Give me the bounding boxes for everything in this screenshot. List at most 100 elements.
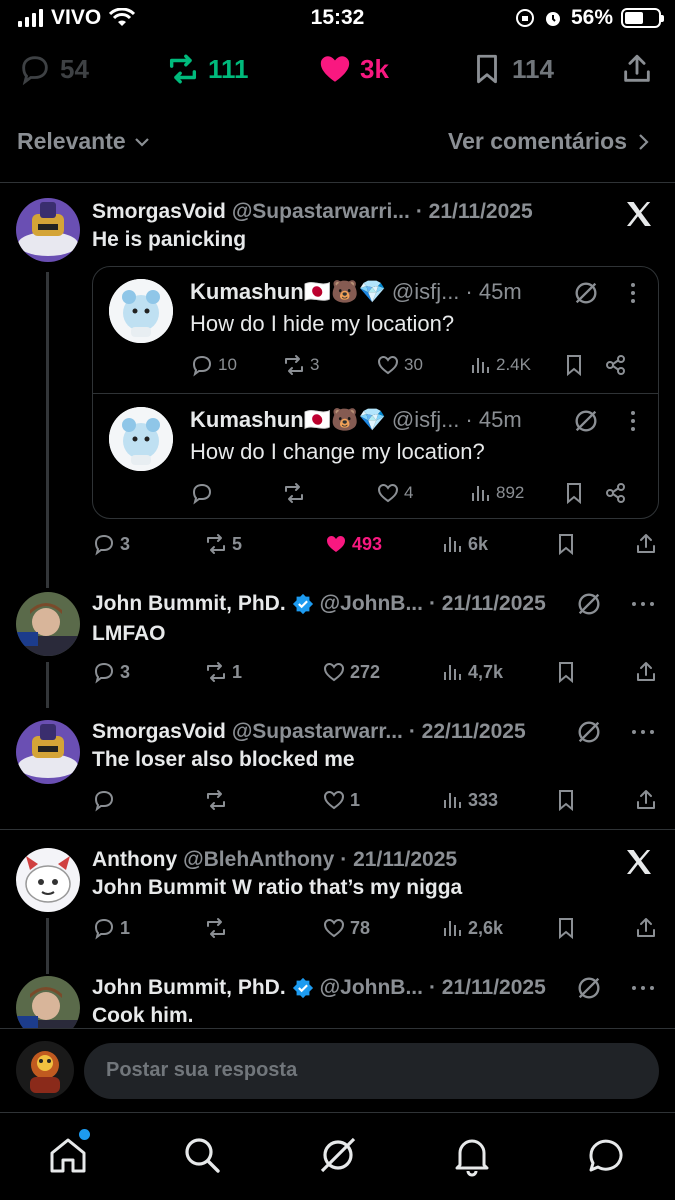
repost-button[interactable]: 5 — [204, 532, 242, 556]
like-button[interactable]: 4 — [376, 481, 413, 505]
author-name[interactable]: Kumashun🇯🇵🐻💎 — [190, 407, 386, 433]
like-count-button[interactable]: 3k — [318, 52, 389, 86]
reply-input[interactable]: Postar sua resposta — [84, 1043, 659, 1099]
thread-line — [46, 272, 49, 588]
tab-grok[interactable] — [316, 1133, 360, 1177]
quoted-post[interactable]: Kumashun🇯🇵🐻💎 @isfj... · 45m How do I hid… — [93, 267, 660, 393]
share-button[interactable] — [634, 916, 658, 940]
author-handle[interactable]: @Supastarwarr... — [232, 720, 403, 744]
like-button[interactable]: 78 — [322, 916, 370, 940]
author-name[interactable]: Anthony — [92, 848, 177, 872]
grok-icon[interactable] — [575, 974, 603, 1002]
tab-search[interactable] — [180, 1133, 224, 1177]
bookmark-button[interactable] — [562, 481, 586, 505]
repost-button[interactable] — [204, 916, 232, 940]
comment-post[interactable]: John Bummit, PhD. @JohnB... · 21/11/2025… — [0, 974, 675, 1028]
post-date: · 21/11/2025 — [428, 592, 546, 615]
comment-post[interactable]: SmorgasVoid @Supastarwarr... · 22/11/202… — [0, 718, 675, 828]
like-button[interactable]: 30 — [376, 353, 423, 377]
tab-home[interactable] — [46, 1129, 90, 1177]
sort-bar: Relevante Ver comentários — [0, 122, 675, 162]
share-button[interactable] — [604, 353, 628, 377]
reply-button[interactable] — [190, 481, 218, 505]
comment-post[interactable]: Anthony @BlehAnthony · 21/11/2025 John B… — [0, 846, 675, 974]
comment-post[interactable]: John Bummit, PhD. @JohnB... · 21/11/2025… — [0, 590, 675, 708]
author-name[interactable]: John Bummit, PhD. — [92, 592, 286, 616]
author-handle[interactable]: @isfj... — [392, 279, 460, 305]
avatar[interactable] — [16, 848, 80, 912]
author-handle[interactable]: @BlehAnthony — [183, 848, 334, 872]
repost-button[interactable]: 1 — [204, 660, 242, 684]
more-options-icon[interactable] — [631, 729, 655, 735]
avatar[interactable] — [16, 592, 80, 656]
quoted-post[interactable]: Kumashun🇯🇵🐻💎 @isfj... · 45m How do I cha… — [93, 395, 660, 521]
author-name[interactable]: SmorgasVoid — [92, 200, 226, 224]
view-comments-link[interactable]: Ver comentários — [448, 128, 651, 155]
bookmark-button[interactable] — [554, 660, 578, 684]
views-button[interactable]: 2.4K — [468, 353, 531, 377]
avatar[interactable] — [16, 720, 80, 784]
repost-button[interactable]: 3 — [282, 353, 319, 377]
my-avatar[interactable] — [16, 1041, 74, 1099]
reply-button[interactable] — [92, 788, 120, 812]
repost-button[interactable] — [204, 788, 232, 812]
grok-icon[interactable] — [572, 407, 600, 435]
more-options-icon[interactable] — [630, 410, 636, 432]
share-button[interactable] — [634, 660, 658, 684]
post-time: · 45m — [465, 407, 522, 432]
views-button[interactable]: 4,7k — [440, 660, 503, 684]
author-handle[interactable]: @JohnB... — [320, 976, 423, 1000]
more-options-icon[interactable] — [630, 282, 636, 304]
bookmark-button[interactable] — [554, 532, 578, 556]
author-handle[interactable]: @isfj... — [392, 407, 460, 433]
share-button[interactable] — [634, 532, 658, 556]
share-button[interactable] — [604, 481, 628, 505]
author-handle[interactable]: @Supastarwarri... — [232, 200, 410, 224]
repost-icon — [207, 662, 225, 682]
more-options-icon[interactable] — [631, 985, 655, 991]
grok-icon[interactable] — [575, 590, 603, 618]
quote-card[interactable]: Kumashun🇯🇵🐻💎 @isfj... · 45m How do I hid… — [92, 266, 659, 519]
like-button[interactable]: 1 — [322, 788, 360, 812]
bookmark-icon — [567, 483, 581, 505]
tab-notifications[interactable] — [450, 1133, 494, 1177]
grok-icon[interactable] — [572, 279, 600, 307]
author-name[interactable]: John Bummit, PhD. — [92, 976, 286, 1000]
reply-button[interactable]: 10 — [190, 353, 237, 377]
author-name[interactable]: Kumashun🇯🇵🐻💎 — [190, 279, 386, 305]
avatar[interactable] — [109, 279, 173, 343]
bookmark-button[interactable] — [554, 788, 578, 812]
reply-button[interactable]: 1 — [92, 916, 130, 940]
sort-label: Relevante — [17, 128, 126, 154]
bookmark-button[interactable] — [554, 916, 578, 940]
tab-messages[interactable] — [584, 1133, 628, 1177]
views-button[interactable]: 2,6k — [440, 916, 503, 940]
avatar[interactable] — [16, 198, 80, 262]
grok-icon[interactable] — [575, 718, 603, 746]
status-bar: VIVO 15:32 56% — [0, 0, 675, 38]
repost-count-button[interactable]: 111 — [166, 52, 249, 86]
bookmark-button[interactable] — [562, 353, 586, 377]
heart-icon — [377, 483, 399, 503]
share-button[interactable] — [620, 52, 654, 86]
more-options-icon[interactable] — [631, 601, 655, 607]
reply-button[interactable]: 3 — [92, 532, 130, 556]
reply-button[interactable]: 3 — [92, 660, 130, 684]
reply-count-button[interactable]: 54 — [18, 52, 89, 86]
orientation-lock-icon — [515, 9, 534, 27]
like-button[interactable]: 272 — [322, 660, 380, 684]
sort-dropdown[interactable]: Relevante — [17, 128, 152, 155]
bookmark-count-button[interactable]: 114 — [470, 52, 554, 86]
divider — [0, 182, 675, 183]
comment-post[interactable]: SmorgasVoid @Supastarwarri... · 21/11/20… — [0, 198, 675, 588]
avatar[interactable] — [16, 976, 80, 1028]
views-button[interactable]: 333 — [440, 788, 498, 812]
author-name[interactable]: SmorgasVoid — [92, 720, 226, 744]
views-button[interactable]: 6k — [440, 532, 488, 556]
like-button[interactable]: 493 — [324, 532, 382, 556]
author-handle[interactable]: @JohnB... — [320, 592, 423, 616]
share-button[interactable] — [634, 788, 658, 812]
avatar[interactable] — [109, 407, 173, 471]
repost-button[interactable] — [282, 481, 310, 505]
views-button[interactable]: 892 — [468, 481, 524, 505]
